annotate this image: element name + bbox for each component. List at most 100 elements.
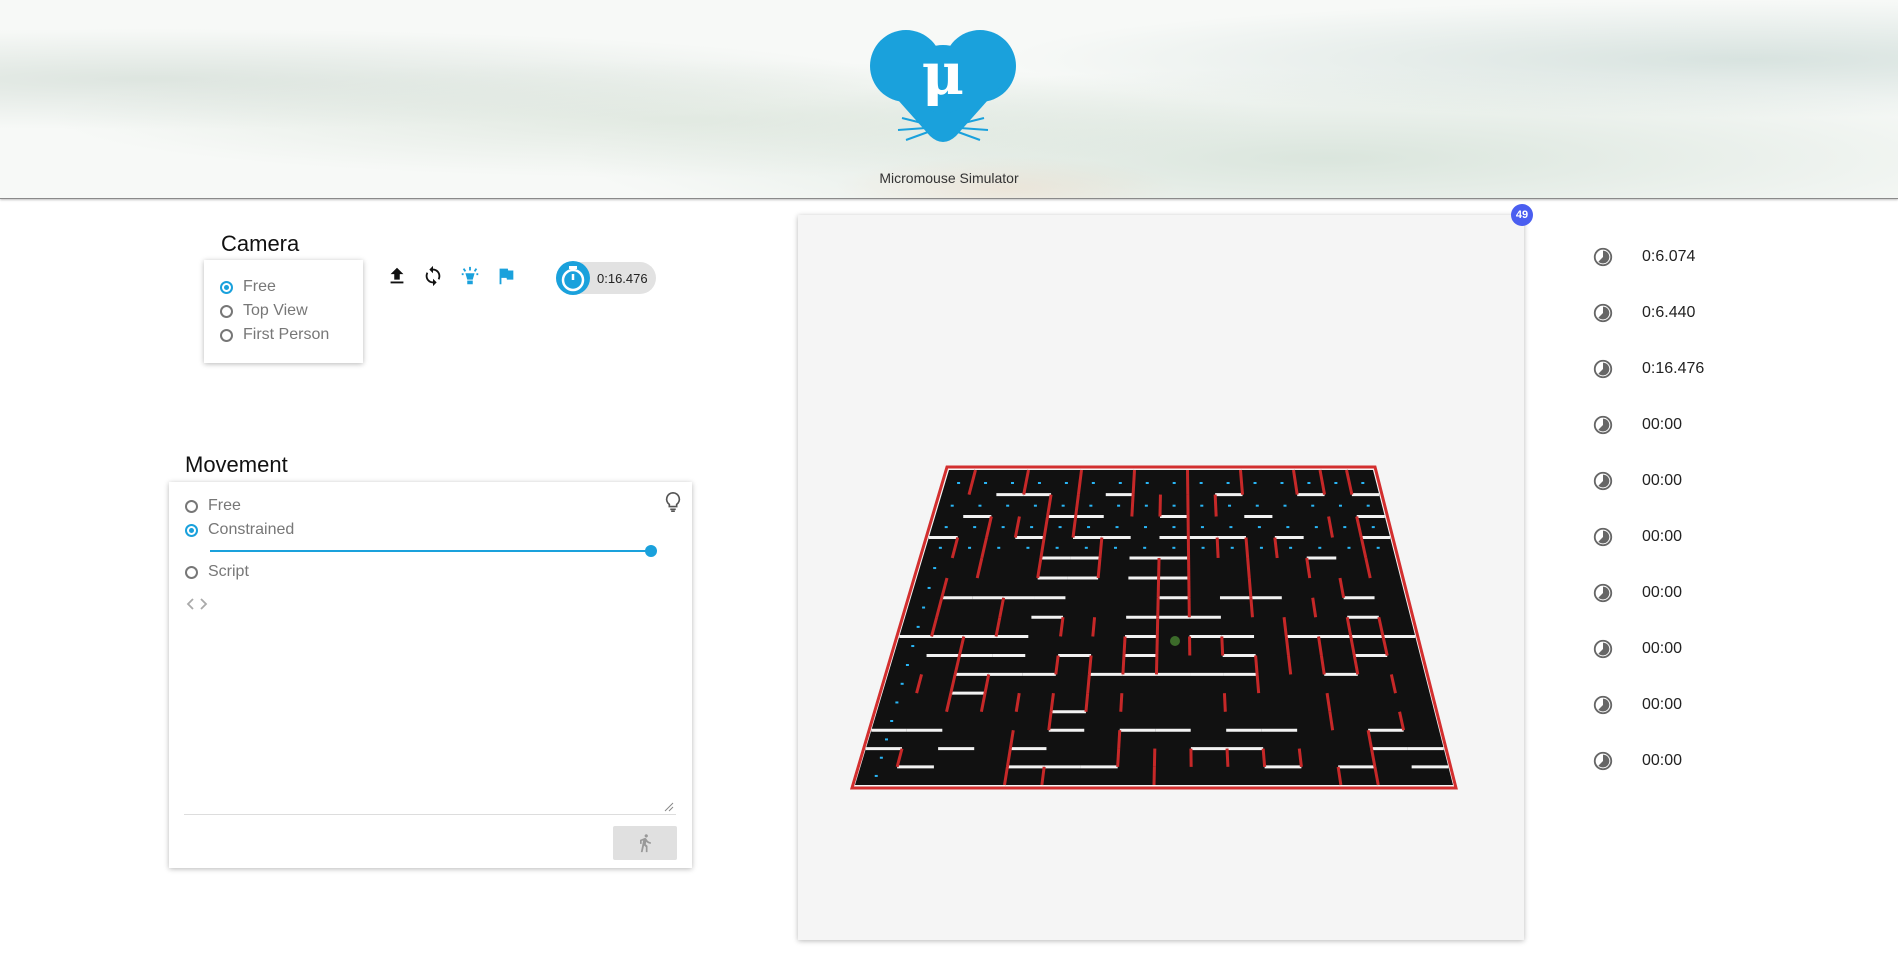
movement-option-script[interactable]: Script: [185, 563, 249, 581]
count-badge: 49: [1511, 204, 1533, 226]
visited-marker: [1255, 504, 1259, 507]
timer-icon: [1593, 751, 1613, 771]
timer-icon: [1593, 527, 1613, 547]
maze-wall: [1087, 655, 1093, 675]
visited-marker: [1376, 546, 1380, 549]
visited-marker: [1001, 526, 1005, 529]
visited-marker: [1230, 546, 1234, 549]
maze-wall: [1119, 693, 1124, 712]
visited-marker: [1055, 546, 1059, 549]
run-time-row: 0:6.074: [1592, 246, 1695, 268]
maze-wall: [1254, 655, 1259, 675]
visited-marker: [922, 606, 926, 609]
speed-slider-thumb[interactable]: [645, 545, 657, 557]
visited-marker: [885, 738, 889, 741]
visited-marker: [1338, 504, 1342, 507]
visited-marker: [879, 756, 883, 759]
stopwatch-icon: [556, 261, 590, 295]
maze-wall: [1225, 748, 1230, 767]
speed-slider-track[interactable]: [210, 550, 652, 552]
visited-marker: [890, 720, 894, 723]
script-editor[interactable]: [184, 594, 676, 815]
run-time-value: 00:00: [1642, 752, 1683, 769]
run-time-row: 00:00: [1592, 526, 1682, 548]
visited-marker: [1113, 546, 1117, 549]
run-time-row: 00:00: [1592, 470, 1682, 492]
visited-marker: [1064, 481, 1068, 484]
run-icon: [640, 834, 651, 853]
radio-icon: [185, 499, 198, 513]
maze-wall: [1297, 748, 1303, 768]
maze-wall: [1098, 537, 1104, 559]
visited-marker: [1091, 481, 1095, 484]
run-time-row: 00:00: [1592, 582, 1682, 604]
resize-handle-icon[interactable]: [664, 802, 674, 812]
maze-wall: [1249, 597, 1254, 618]
maze-wall: [1121, 655, 1126, 675]
movement-option-free[interactable]: Free: [185, 497, 241, 515]
refresh-icon[interactable]: [422, 265, 444, 287]
maze-wall: [1244, 537, 1250, 559]
radio-icon: [220, 304, 233, 318]
upload-icon[interactable]: [386, 265, 408, 287]
visited-marker: [1311, 504, 1315, 507]
visited-marker: [1144, 504, 1148, 507]
run-time-value: 00:00: [1642, 472, 1683, 489]
mouse-logo: μ: [870, 30, 1016, 142]
visited-marker: [1061, 504, 1065, 507]
maze-3d-view[interactable]: [798, 215, 1524, 940]
visited-marker: [1286, 526, 1290, 529]
timer-icon: [1593, 695, 1613, 715]
visited-marker: [1117, 504, 1121, 507]
maze-wall: [1117, 730, 1122, 749]
visited-marker: [1228, 504, 1232, 507]
visited-marker: [973, 526, 977, 529]
visited-marker: [911, 645, 915, 648]
visited-marker: [895, 701, 899, 704]
visited-marker: [1037, 481, 1041, 484]
maze-viewport[interactable]: [798, 215, 1524, 940]
visited-marker: [1172, 546, 1176, 549]
maze-wall: [1091, 617, 1097, 637]
visited-marker: [1200, 526, 1204, 529]
visited-marker: [1172, 504, 1176, 507]
visited-marker: [1289, 546, 1293, 549]
visited-marker: [874, 774, 878, 777]
visited-marker: [1172, 481, 1176, 484]
run-time-row: 00:00: [1592, 694, 1682, 716]
run-script-button[interactable]: [613, 826, 677, 860]
maze-wall: [1130, 494, 1135, 517]
movement-title: Movement: [185, 452, 288, 477]
visited-marker: [1280, 481, 1284, 484]
run-time-value: 00:00: [1642, 416, 1683, 433]
movement-option-constrained[interactable]: Constrained: [185, 521, 294, 539]
maze-wall: [1255, 674, 1261, 694]
maze-wall: [1131, 469, 1136, 495]
visited-marker: [900, 682, 904, 685]
visited-marker: [938, 546, 942, 549]
maze-wall: [1222, 693, 1227, 712]
visited-marker: [1361, 481, 1365, 484]
visited-marker: [1259, 546, 1263, 549]
radio-icon: [185, 565, 198, 579]
visited-marker: [927, 586, 931, 589]
app-header: μ Micromouse Simulator: [0, 0, 1898, 199]
flag-icon[interactable]: [495, 265, 517, 287]
camera-option-free[interactable]: Free: [220, 278, 276, 296]
maze-wall: [1247, 577, 1253, 598]
visited-marker: [1347, 546, 1351, 549]
run-time-value: 0:16.476: [1642, 360, 1705, 377]
lightbulb-icon[interactable]: [459, 265, 481, 287]
camera-title: Camera: [221, 231, 300, 256]
visited-marker: [1084, 546, 1088, 549]
lightbulb-outline-icon[interactable]: [662, 490, 684, 514]
visited-marker: [905, 663, 909, 666]
timer-icon: [1593, 583, 1613, 603]
camera-option-first-person[interactable]: First Person: [220, 326, 329, 344]
visited-marker: [1253, 481, 1257, 484]
camera-option-top-view[interactable]: Top View: [220, 302, 308, 320]
maze-wall: [1086, 674, 1091, 694]
visited-marker: [1115, 526, 1119, 529]
visited-marker: [1334, 481, 1338, 484]
radio-selected-icon: [185, 523, 198, 537]
